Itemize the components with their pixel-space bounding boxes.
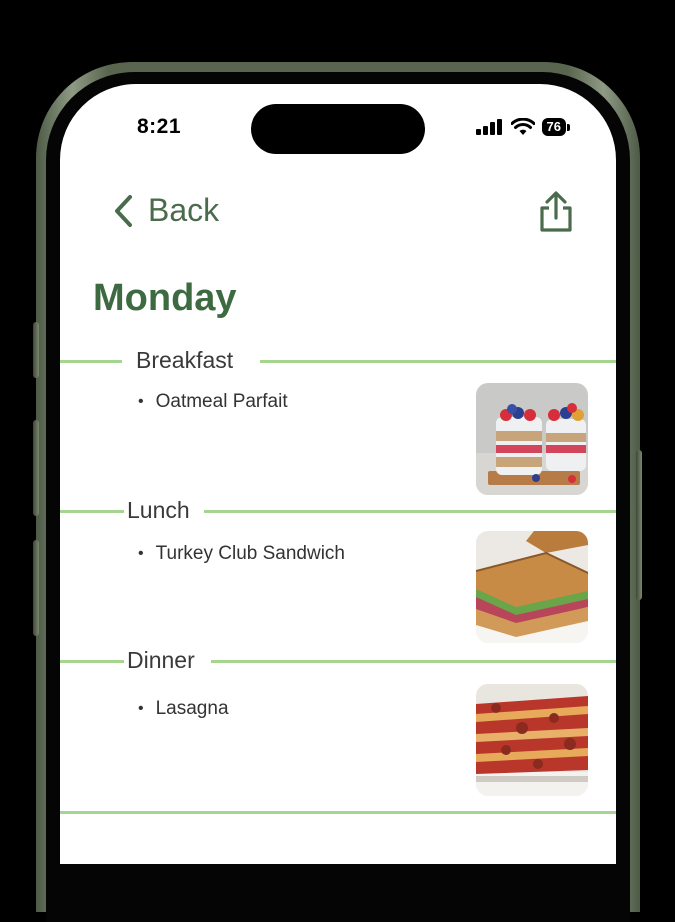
volume-down-button: [33, 540, 39, 636]
list-item[interactable]: • Turkey Club Sandwich: [138, 543, 345, 565]
meal-item-name: Turkey Club Sandwich: [155, 543, 345, 564]
section-label: Dinner: [127, 647, 195, 673]
bullet: •: [138, 393, 144, 410]
screen: 8:21 76 Back Monday Breakfast • Oatmeal …: [60, 84, 616, 864]
cellular-signal-icon: [475, 119, 502, 135]
status-time: 8:21: [137, 115, 182, 138]
lasagna-image[interactable]: [476, 684, 588, 796]
share-icon: [540, 191, 572, 232]
section-divider-end: [60, 796, 616, 826]
meal-item-name: Lasagna: [155, 698, 229, 719]
mute-switch: [33, 322, 39, 378]
section-breakfast: Breakfast: [60, 345, 616, 375]
divider: [204, 510, 616, 513]
battery-indicator: 76: [541, 118, 566, 136]
share-button[interactable]: [536, 190, 576, 239]
section-dinner: Dinner: [60, 645, 616, 675]
divider: [60, 660, 124, 663]
list-item[interactable]: • Lasagna: [138, 698, 229, 720]
list-item[interactable]: • Oatmeal Parfait: [138, 391, 288, 413]
battery-cap: [567, 123, 570, 131]
status-icons: 76: [475, 118, 570, 136]
divider: [260, 360, 616, 363]
divider: [60, 811, 616, 814]
divider: [60, 510, 124, 513]
divider: [60, 360, 122, 363]
power-button: [636, 450, 642, 600]
back-button[interactable]: Back: [112, 192, 219, 229]
page-title: Monday: [93, 277, 237, 319]
volume-up-button: [33, 420, 39, 516]
dynamic-island: [251, 104, 425, 154]
bullet: •: [138, 700, 144, 717]
section-lunch: Lunch: [60, 495, 616, 525]
section-label: Breakfast: [136, 347, 234, 373]
meal-item-name: Oatmeal Parfait: [155, 391, 288, 412]
chevron-left-icon: [115, 194, 132, 227]
divider: [211, 660, 616, 663]
turkey-club-sandwich-image[interactable]: [476, 531, 588, 643]
section-label: Lunch: [127, 497, 190, 523]
bullet: •: [138, 545, 144, 562]
back-label: Back: [148, 192, 220, 228]
wifi-icon: [510, 118, 535, 135]
oatmeal-parfait-image[interactable]: [476, 383, 588, 495]
